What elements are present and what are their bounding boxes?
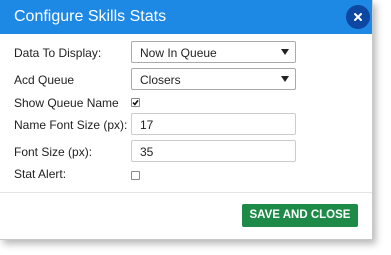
name-font-size-value: 17 [140, 118, 154, 132]
dialog-title: Configure Skills Stats [14, 8, 167, 25]
close-button[interactable] [346, 5, 370, 29]
stat-alert-label: Stat Alert: [14, 167, 67, 181]
checkmark-icon [132, 99, 139, 106]
chevron-down-icon [281, 76, 289, 82]
acd-queue-label: Acd Queue [14, 73, 75, 87]
save-and-close-button[interactable]: SAVE AND CLOSE [242, 204, 358, 227]
show-queue-name-label: Show Queue Name [14, 96, 119, 110]
configure-skills-stats-dialog: Configure Skills Stats Data To Display: … [0, 0, 373, 240]
stat-alert-checkbox[interactable] [131, 171, 140, 180]
data-to-display-value: Now In Queue [140, 46, 217, 60]
save-and-close-label: SAVE AND CLOSE [249, 209, 351, 221]
font-size-label: Font Size (px): [14, 145, 93, 159]
name-font-size-input[interactable]: 17 [131, 113, 296, 135]
data-to-display-select[interactable]: Now In Queue [131, 41, 296, 63]
footer-divider [0, 192, 372, 193]
font-size-input[interactable]: 35 [131, 140, 296, 162]
chevron-down-icon [281, 49, 289, 55]
acd-queue-value: Closers [140, 73, 181, 87]
dialog-header: Configure Skills Stats [0, 0, 372, 34]
show-queue-name-checkbox[interactable] [131, 98, 140, 107]
font-size-value: 35 [140, 145, 154, 159]
close-icon [354, 13, 362, 21]
name-font-size-label: Name Font Size (px): [14, 118, 128, 132]
data-to-display-label: Data To Display: [14, 46, 102, 60]
acd-queue-select[interactable]: Closers [131, 68, 296, 90]
